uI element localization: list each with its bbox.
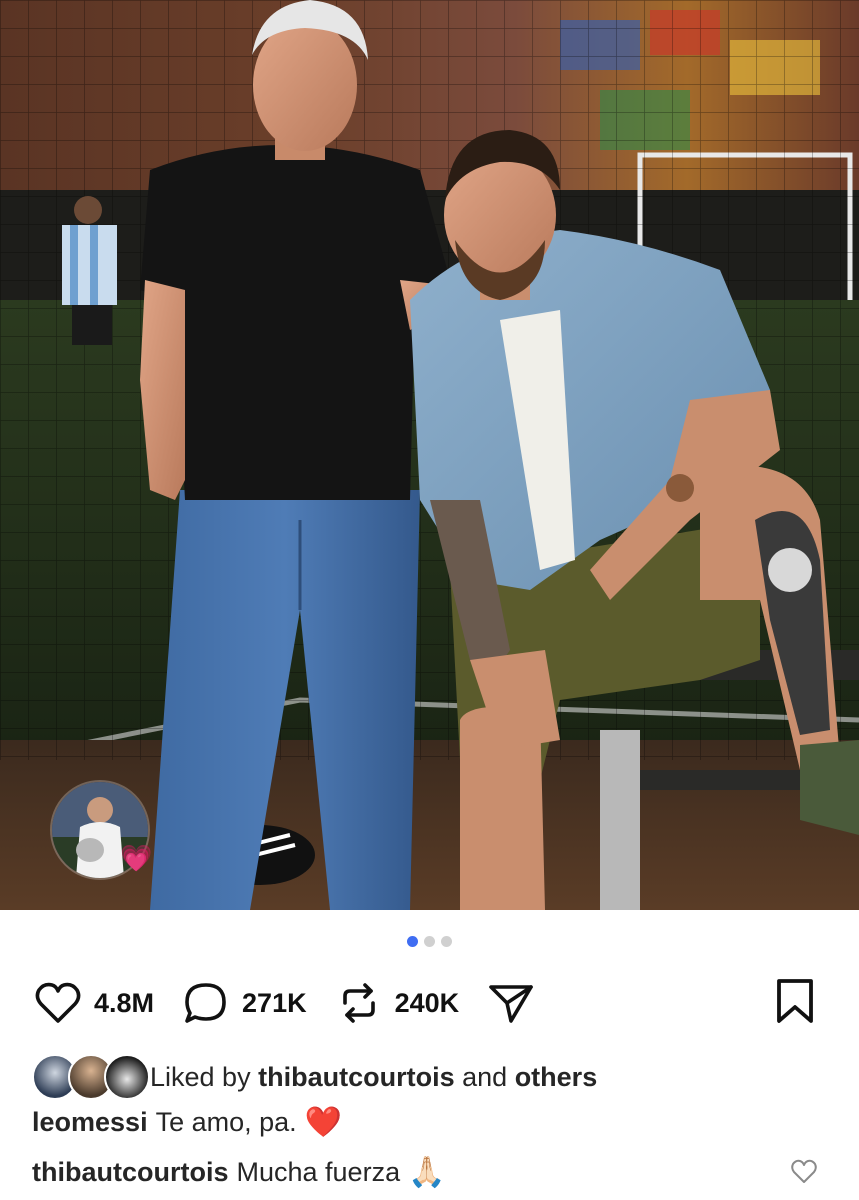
like-count: 4.8M: [94, 987, 155, 1018]
share-button[interactable]: [485, 977, 537, 1029]
comment-username[interactable]: thibautcourtois: [32, 1157, 229, 1188]
avatar: [104, 1054, 150, 1100]
caption-text: Te amo, pa.: [155, 1107, 297, 1137]
comment-pray-emoji: 🙏🏻: [408, 1156, 446, 1189]
like-button[interactable]: 4.8M: [32, 977, 154, 1029]
carousel-dot: [424, 936, 435, 947]
liked-by-username[interactable]: thibautcourtois: [258, 1062, 455, 1092]
action-bar: 4.8M 271K 240K: [32, 975, 839, 1031]
top-comment: thibautcourtois Mucha fuerza 🙏🏻: [32, 1155, 839, 1190]
story-heart-emoji: 💗: [120, 843, 153, 873]
carousel-dot-active: [407, 936, 418, 947]
liker-avatars: [32, 1054, 150, 1100]
comment-bubble-icon: [185, 983, 226, 1023]
caption-heart-emoji: ❤️: [304, 1106, 343, 1139]
repost-icon: [342, 983, 375, 1023]
bookmark-icon: [777, 979, 813, 1023]
carousel-dot: [441, 936, 452, 947]
save-button[interactable]: [771, 975, 819, 1032]
paper-plane-icon: [489, 985, 533, 1023]
repost-count: 240K: [394, 987, 460, 1018]
comment-button[interactable]: 271K: [180, 977, 307, 1029]
comment-text: Mucha fuerza: [236, 1157, 401, 1187]
comment-like-button[interactable]: [789, 1157, 819, 1194]
carousel-indicator: [0, 936, 859, 947]
liked-by-text: Liked by thibautcourtois and others: [150, 1062, 597, 1093]
comment-count: 271K: [242, 987, 307, 1018]
liked-by-prefix: Liked by: [150, 1061, 251, 1092]
liked-by-row[interactable]: Liked by thibautcourtois and others: [32, 1054, 597, 1100]
post-photo-illustration: [0, 0, 859, 910]
post-photo[interactable]: 💗: [0, 0, 859, 910]
caption-username[interactable]: leomessi: [32, 1107, 148, 1138]
liked-by-middle: and: [462, 1061, 508, 1092]
liked-by-others[interactable]: others: [515, 1062, 598, 1092]
repost-button[interactable]: 240K: [333, 977, 460, 1029]
heart-outline-icon: [791, 1159, 817, 1183]
heart-outline-icon: [35, 982, 81, 1023]
post-caption: leomessi Te amo, pa. ❤️: [32, 1105, 342, 1140]
